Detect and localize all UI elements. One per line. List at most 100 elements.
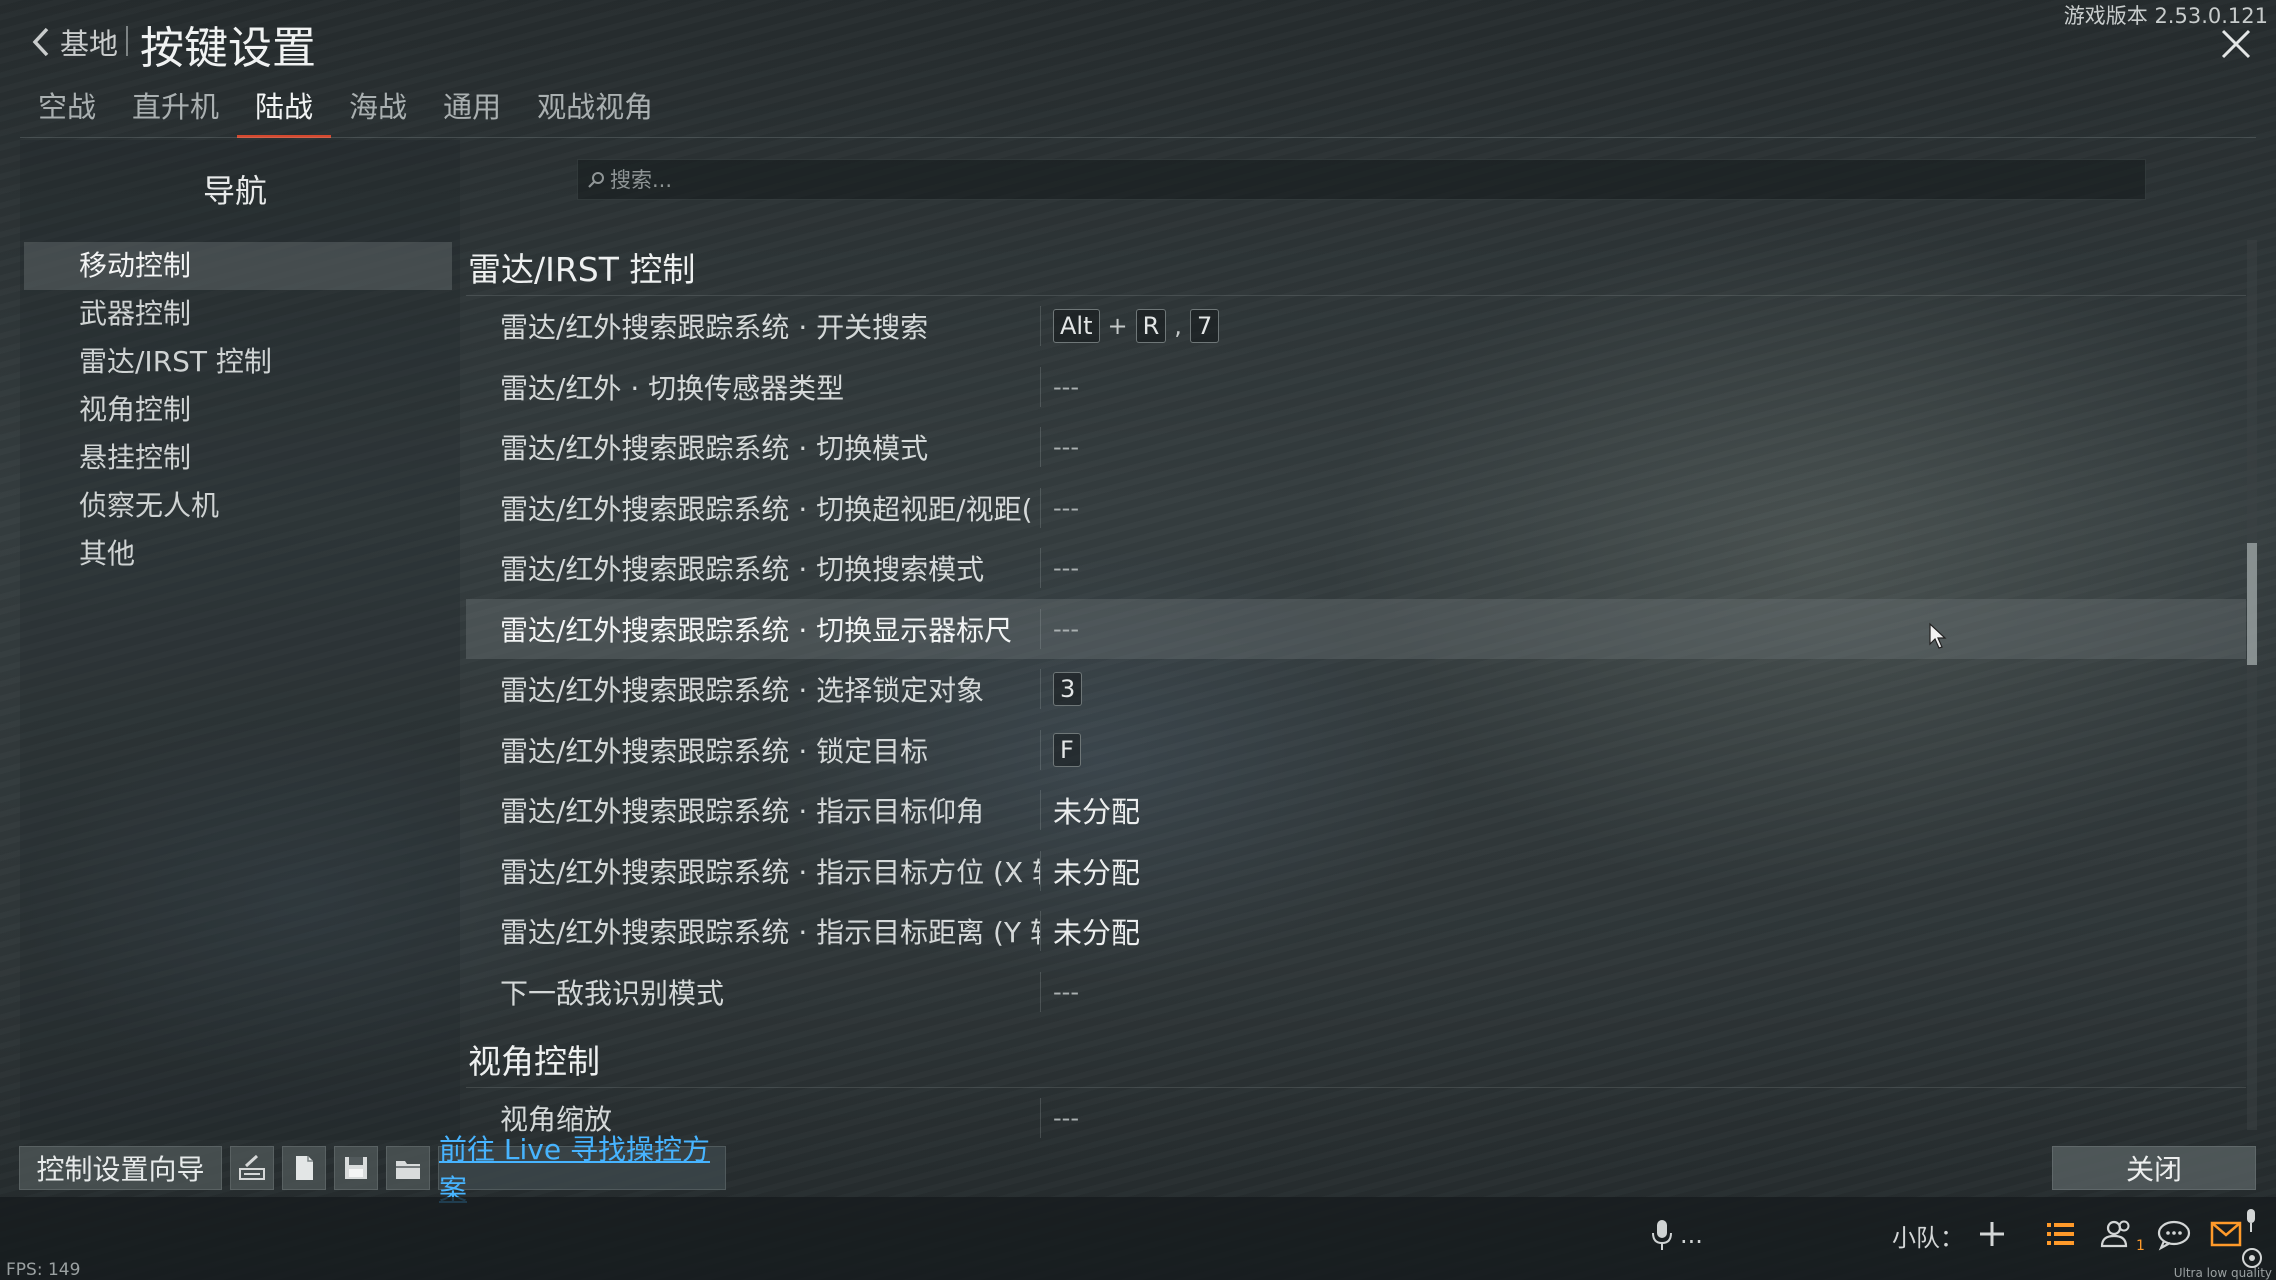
binding-row[interactable]: 雷达/红外搜索跟踪系统 · 选择锁定对象 3	[466, 659, 2246, 720]
scrollbar-thumb[interactable]	[2247, 543, 2257, 665]
binding-label: 雷达/红外搜索跟踪系统 · 切换显示器标尺	[500, 613, 1013, 647]
settings-dot-icon	[2242, 1248, 2262, 1268]
title-divider	[126, 26, 128, 56]
search-box	[577, 159, 2146, 200]
keyboard-edit-icon	[239, 1154, 265, 1180]
close-button[interactable]: 关闭	[2052, 1146, 2256, 1190]
binding-row[interactable]: 雷达/红外 · 切换传感器类型 ---	[466, 357, 2246, 418]
key-cap: 3	[1053, 672, 1083, 707]
binding-label: 雷达/红外搜索跟踪系统 · 选择锁定对象	[500, 674, 985, 708]
friends-badge: 1	[2136, 1238, 2145, 1254]
binding-value[interactable]: ---	[1053, 615, 1079, 643]
binding-label: 雷达/红外搜索跟踪系统 · 切换超视距/视距(	[500, 492, 1033, 526]
voice-chat[interactable]: ...	[1640, 1210, 1880, 1260]
voice-status: ...	[1680, 1221, 1703, 1249]
binding-label: 雷达/红外搜索跟踪系统 · 指示目标仰角	[500, 795, 985, 829]
open-preset-button[interactable]	[386, 1146, 430, 1190]
new-file-icon	[296, 1156, 313, 1180]
open-folder-icon	[396, 1161, 420, 1179]
binding-row[interactable]: 视角缩放 ---	[466, 1088, 2246, 1140]
nav-item-movement[interactable]: 移动控制	[24, 242, 452, 290]
binding-keys[interactable]: 3	[1041, 672, 1083, 707]
binding-keys[interactable]: Alt + R , 7	[1041, 309, 1220, 344]
page-title: 按键设置	[140, 23, 316, 74]
binding-row[interactable]: 雷达/红外搜索跟踪系统 · 切换超视距/视距( ---	[466, 478, 2246, 539]
binding-row[interactable]: 下一敌我识别模式 ---	[466, 962, 2246, 1023]
binding-value[interactable]: 未分配	[1053, 850, 1140, 892]
new-preset-button[interactable]	[282, 1146, 326, 1190]
binding-value[interactable]: ---	[1053, 373, 1079, 401]
binding-label: 雷达/红外搜索跟踪系统 · 开关搜索	[500, 311, 929, 345]
binding-value[interactable]: ---	[1053, 978, 1079, 1006]
fps-counter: FPS: 149	[6, 1260, 81, 1280]
nav-title: 导航	[202, 172, 267, 210]
binding-label: 雷达/红外搜索跟踪系统 · 切换模式	[500, 432, 929, 466]
save-preset-button[interactable]	[334, 1146, 378, 1190]
nav-item-weapons[interactable]: 武器控制	[24, 290, 452, 338]
section-title-radar: 雷达/IRST 控制	[466, 240, 2246, 296]
back-label: 基地	[60, 27, 119, 61]
binding-row[interactable]: 雷达/红外搜索跟踪系统 · 切换模式 ---	[466, 417, 2246, 478]
binding-value[interactable]: ---	[1053, 554, 1079, 582]
nav-item-recon-drone[interactable]: 侦察无人机	[24, 482, 452, 530]
binding-row[interactable]: 雷达/红外搜索跟踪系统 · 锁定目标 F	[466, 720, 2246, 781]
bindings-list: 雷达/IRST 控制 雷达/红外搜索跟踪系统 · 开关搜索 Alt + R , …	[466, 240, 2246, 1140]
key-cap: R	[1135, 309, 1167, 344]
chat-icon[interactable]	[2154, 1214, 2194, 1254]
binding-value[interactable]: ---	[1053, 433, 1079, 461]
nav-item-view[interactable]: 视角控制	[24, 386, 452, 434]
friends-icon[interactable]	[2097, 1214, 2137, 1254]
control-wizard-button[interactable]: 控制设置向导	[19, 1146, 222, 1190]
plus-icon[interactable]	[1972, 1214, 2012, 1254]
binding-row[interactable]: 雷达/红外搜索跟踪系统 · 指示目标仰角 未分配	[466, 780, 2246, 841]
live-presets-link[interactable]: 前往 Live 寻找操控方案	[438, 1133, 726, 1206]
nav-item-radar-irst[interactable]: 雷达/IRST 控制	[24, 338, 452, 386]
binding-row[interactable]: 雷达/红外搜索跟踪系统 · 切换搜索模式 ---	[466, 538, 2246, 599]
list-icon[interactable]	[2040, 1214, 2080, 1254]
binding-row[interactable]: 雷达/红外搜索跟踪系统 · 指示目标方位 (X 轴 未分配	[466, 841, 2246, 902]
binding-row[interactable]: 雷达/红外搜索跟踪系统 · 开关搜索 Alt + R , 7	[466, 296, 2246, 357]
close-icon[interactable]	[2216, 24, 2256, 64]
nav-item-other[interactable]: 其他	[24, 530, 452, 578]
mode-tabs: 空战 直升机 陆战 海战 通用 观战视角	[20, 82, 671, 138]
binding-label: 雷达/红外 · 切换传感器类型	[500, 371, 845, 405]
squad-label: 小队：	[1892, 1224, 1964, 1252]
microphone-icon	[1652, 1220, 1672, 1250]
nav-list: 移动控制 武器控制 雷达/IRST 控制 视角控制 悬挂控制 侦察无人机 其他	[24, 242, 452, 578]
mic-indicator-icon	[2247, 1209, 2255, 1232]
edit-keyboard-button[interactable]	[230, 1146, 274, 1190]
controls-settings-window: 基地 按键设置 游戏版本 2.53.0.121 空战 直升机 陆战 海战 通用 …	[0, 0, 2276, 1280]
search-input[interactable]	[610, 167, 2145, 192]
binding-label: 雷达/红外搜索跟踪系统 · 切换搜索模式	[500, 553, 985, 587]
save-icon	[345, 1157, 367, 1179]
tab-ground[interactable]: 陆战	[237, 82, 332, 138]
chevron-left-icon	[32, 27, 49, 57]
binding-keys[interactable]: F	[1041, 732, 1081, 767]
binding-row-highlighted[interactable]: 雷达/红外搜索跟踪系统 · 切换显示器标尺 ---	[466, 598, 2246, 659]
search-icon	[588, 171, 604, 188]
binding-value[interactable]: ---	[1053, 1104, 1079, 1132]
key-separator: ,	[1174, 312, 1182, 341]
binding-row[interactable]: 雷达/红外搜索跟踪系统 · 指示目标距离 (Y 轴 未分配	[466, 901, 2246, 962]
nav-item-suspension[interactable]: 悬挂控制	[24, 434, 452, 482]
tab-spectator[interactable]: 观战视角	[519, 82, 671, 138]
tab-common[interactable]: 通用	[425, 82, 519, 138]
scrollbar-track[interactable]	[2247, 240, 2257, 1130]
tab-air[interactable]: 空战	[20, 82, 114, 138]
mouse-cursor-icon	[1929, 622, 1947, 649]
back-button[interactable]: 基地	[30, 18, 118, 66]
binding-label: 雷达/红外搜索跟踪系统 · 锁定目标	[500, 734, 929, 768]
section-title-view: 视角控制	[466, 1032, 2246, 1088]
tabs-divider	[20, 137, 2256, 138]
binding-value[interactable]: 未分配	[1053, 910, 1140, 952]
binding-value[interactable]: ---	[1053, 494, 1079, 522]
key-cap: Alt	[1053, 309, 1100, 344]
binding-label: 雷达/红外搜索跟踪系统 · 指示目标方位 (X 轴	[500, 855, 1040, 889]
key-combine-symbol: +	[1107, 312, 1128, 341]
tab-helicopter[interactable]: 直升机	[114, 82, 237, 138]
key-cap: F	[1053, 732, 1081, 767]
binding-label: 下一敌我识别模式	[500, 976, 725, 1010]
key-cap: 7	[1189, 309, 1220, 344]
tab-naval[interactable]: 海战	[331, 82, 425, 138]
binding-value[interactable]: 未分配	[1053, 789, 1140, 831]
